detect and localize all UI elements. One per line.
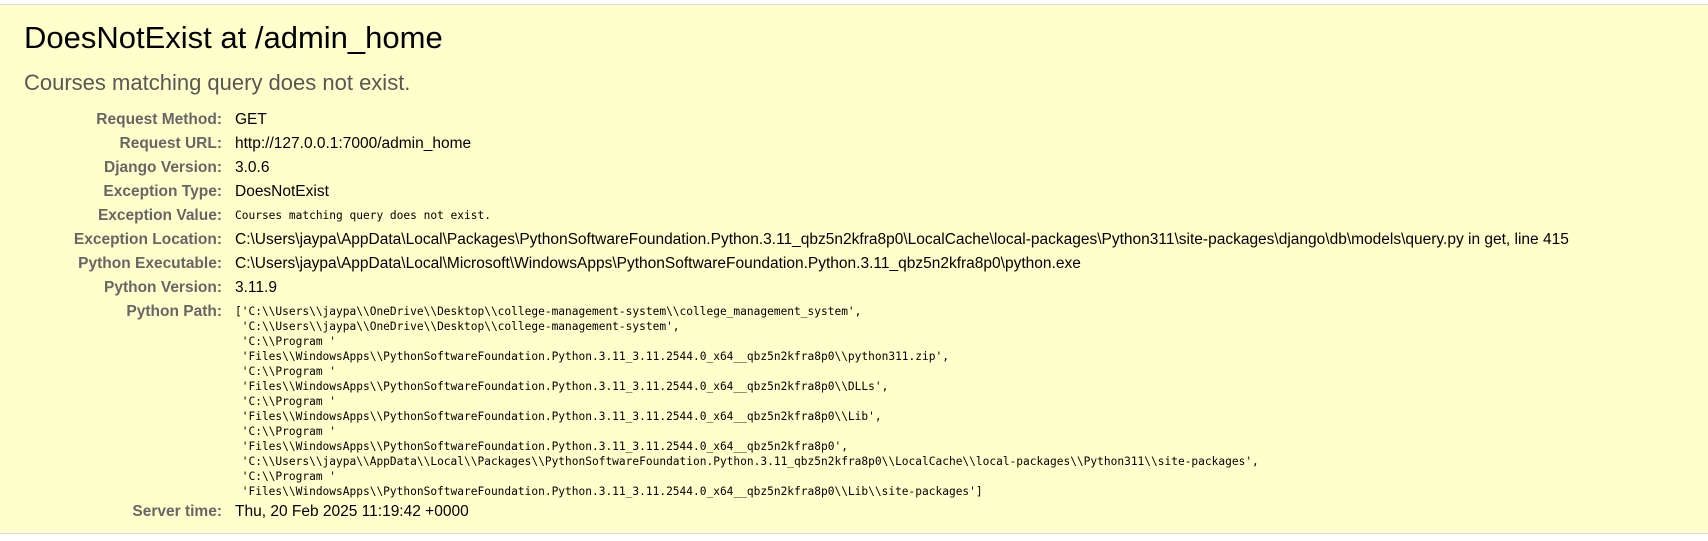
python-executable-value: C:\Users\jaypa\AppData\Local\Microsoft\W… — [235, 255, 1081, 272]
exception-location-value: C:\Users\jaypa\AppData\Local\Packages\Py… — [235, 231, 1569, 248]
meta-label: Request URL: — [119, 135, 222, 152]
error-message: Courses matching query does not exist. — [24, 70, 411, 95]
meta-label: Python Version: — [104, 279, 222, 296]
meta-row-django-version: Django Version: 3.0.6 — [0, 156, 1708, 180]
meta-row-python-version: Python Version: 3.11.9 — [0, 276, 1708, 300]
python-path-line: 'Files\\WindowsApps\\PythonSoftwareFound… — [235, 410, 882, 423]
meta-label: Server time: — [132, 503, 222, 520]
request-meta-table: Request Method: GET Request URL: http://… — [0, 108, 1708, 524]
meta-row-exception-type: Exception Type: DoesNotExist — [0, 180, 1708, 204]
python-path-line: 'C:\\Program ' — [235, 425, 337, 438]
request-url-value: http://127.0.0.1:7000/admin_home — [235, 135, 472, 152]
python-path-line: 'Files\\WindowsApps\\PythonSoftwareFound… — [235, 440, 848, 453]
python-path-list: ['C:\\Users\\jaypa\\OneDrive\\Desktop\\c… — [235, 304, 1259, 499]
python-version-value: 3.11.9 — [235, 279, 277, 296]
meta-label: Python Executable: — [78, 255, 222, 272]
error-summary: DoesNotExist at /admin_home Courses matc… — [0, 4, 1708, 534]
meta-row-exception-location: Exception Location: C:\Users\jaypa\AppDa… — [0, 228, 1708, 252]
python-path-line: 'C:\\Users\\jaypa\\OneDrive\\Desktop\\co… — [235, 320, 680, 333]
meta-label: Exception Value: — [97, 207, 222, 224]
python-path-line: ['C:\\Users\\jaypa\\OneDrive\\Desktop\\c… — [235, 305, 862, 318]
python-path-line: 'Files\\WindowsApps\\PythonSoftwareFound… — [235, 350, 949, 363]
meta-row-python-path: Python Path: ['C:\\Users\\jaypa\\OneDriv… — [0, 300, 1708, 500]
meta-row-python-executable: Python Executable: C:\Users\jaypa\AppDat… — [0, 252, 1708, 276]
exception-type-value: DoesNotExist — [235, 183, 329, 200]
meta-label: Request Method: — [96, 111, 222, 128]
meta-label: Exception Type: — [103, 183, 222, 200]
django-version-value: 3.0.6 — [235, 159, 270, 176]
meta-row-server-time: Server time: Thu, 20 Feb 2025 11:19:42 +… — [0, 500, 1708, 524]
python-path-line: 'C:\\Users\\jaypa\\AppData\\Local\\Packa… — [235, 455, 1259, 468]
meta-label: Exception Location: — [73, 231, 222, 248]
request-method-value: GET — [235, 111, 267, 128]
meta-label: Django Version: — [104, 159, 222, 176]
server-time-value: Thu, 20 Feb 2025 11:19:42 +0000 — [235, 503, 469, 520]
python-path-line: 'C:\\Program ' — [235, 395, 337, 408]
python-path-line: 'C:\\Program ' — [235, 335, 337, 348]
meta-label: Python Path: — [126, 303, 222, 320]
python-path-line: 'Files\\WindowsApps\\PythonSoftwareFound… — [235, 380, 889, 393]
meta-row-request-method: Request Method: GET — [0, 108, 1708, 132]
meta-row-exception-value: Exception Value: Courses matching query … — [0, 204, 1708, 228]
python-path-line: 'C:\\Program ' — [235, 470, 337, 483]
page-title: DoesNotExist at /admin_home — [24, 20, 443, 55]
exception-value-text: Courses matching query does not exist. — [235, 209, 491, 222]
python-path-line: 'Files\\WindowsApps\\PythonSoftwareFound… — [235, 485, 983, 498]
meta-row-request-url: Request URL: http://127.0.0.1:7000/admin… — [0, 132, 1708, 156]
python-path-line: 'C:\\Program ' — [235, 365, 337, 378]
